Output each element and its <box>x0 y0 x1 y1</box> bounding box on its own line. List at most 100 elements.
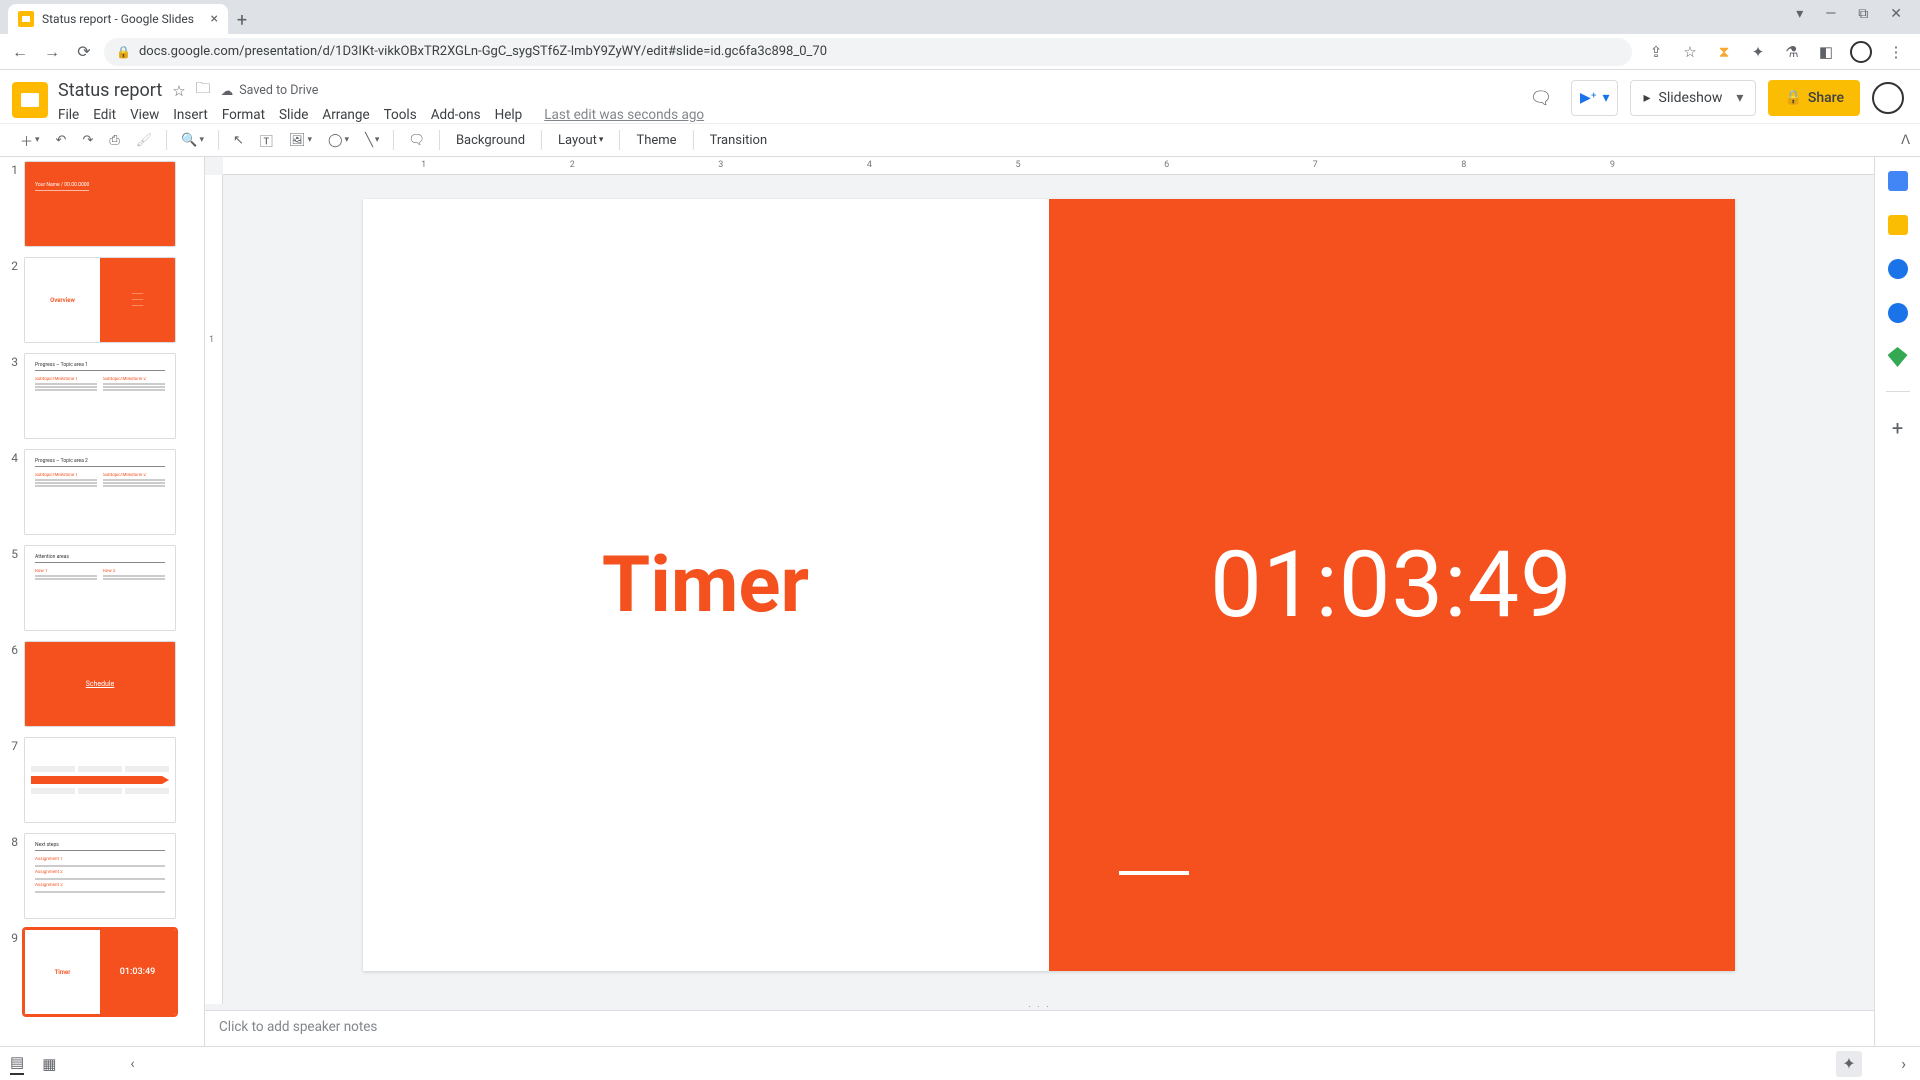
menu-format[interactable]: Format <box>222 107 265 123</box>
slide-stage[interactable]: Timer 01:03:49 <box>223 175 1874 1004</box>
filmstrip[interactable]: 1 Your Name / 00.00.0000 2 Overview ────… <box>0 157 205 1046</box>
speaker-notes[interactable]: Click to add speaker notes <box>205 1010 1874 1046</box>
slideshow-button[interactable]: ▸ Slideshow ▾ <box>1630 80 1756 116</box>
tasks-addon-icon[interactable] <box>1888 259 1908 279</box>
hourglass-extension-icon[interactable]: ⧗ <box>1714 42 1734 62</box>
save-status[interactable]: ☁ Saved to Drive <box>221 83 319 99</box>
bottom-bar: ▤ ▦ ‹ ✦ › <box>0 1046 1920 1080</box>
grid-view-icon[interactable]: ▦ <box>42 1055 56 1073</box>
slides-app-icon[interactable] <box>12 82 48 118</box>
star-icon[interactable]: ☆ <box>172 82 185 100</box>
slide-thumb-2[interactable]: 2 Overview ──────────── <box>4 257 196 343</box>
current-slide[interactable]: Timer 01:03:49 <box>363 199 1735 971</box>
side-panel: + <box>1874 157 1920 1046</box>
layout-button[interactable]: Layout▾ <box>550 129 611 152</box>
tab-title: Status report - Google Slides <box>42 12 194 26</box>
maximize-icon[interactable]: ⧉ <box>1858 6 1868 22</box>
collapse-filmstrip-icon[interactable]: ‹ <box>130 1056 134 1072</box>
slide-thumb-8[interactable]: 8 Next stepsAssignment 1Assignment 2Assi… <box>4 833 196 919</box>
transition-button[interactable]: Transition <box>702 129 776 152</box>
side-panel-icon[interactable]: ◧ <box>1816 42 1836 62</box>
slide-title[interactable]: Timer <box>602 540 809 631</box>
menu-edit[interactable]: Edit <box>93 107 116 123</box>
address-bar: ← → ⟳ 🔒 docs.google.com/presentation/d/1… <box>0 34 1920 70</box>
extensions-puzzle-icon[interactable]: ✦ <box>1748 42 1768 62</box>
slide-left-panel: Timer <box>363 199 1049 971</box>
share-page-icon[interactable]: ⇪ <box>1646 42 1666 62</box>
calendar-addon-icon[interactable] <box>1888 171 1908 191</box>
browser-tab[interactable]: Status report - Google Slides × <box>8 4 228 34</box>
chrome-menu-icon[interactable]: ⋮ <box>1886 42 1906 62</box>
slide-thumb-5[interactable]: 5 Attention areasRow 1Row 2 <box>4 545 196 631</box>
menu-slide[interactable]: Slide <box>279 107 308 123</box>
present-dropdown[interactable]: ▶⁺ ▾ <box>1571 80 1618 116</box>
share-button[interactable]: 🔒 Share <box>1768 80 1860 116</box>
slide-thumb-3[interactable]: 3 Progress – Topic area 1Subtopic/Milest… <box>4 353 196 439</box>
workspace: 1 Your Name / 00.00.0000 2 Overview ────… <box>0 157 1920 1046</box>
url-text: docs.google.com/presentation/d/1D3IKt-vi… <box>139 44 827 59</box>
print-button[interactable]: ⎙ <box>103 129 125 152</box>
back-button[interactable]: ← <box>8 40 32 64</box>
filmstrip-view-icon[interactable]: ▤ <box>10 1053 24 1075</box>
move-folder-icon[interactable]: 🗀 <box>196 78 211 103</box>
url-input[interactable]: 🔒 docs.google.com/presentation/d/1D3IKt-… <box>104 38 1632 66</box>
menu-help[interactable]: Help <box>495 107 523 123</box>
forward-button[interactable]: → <box>40 40 64 64</box>
close-window-icon[interactable]: ✕ <box>1890 6 1902 22</box>
textbox-tool[interactable]: 🅃 <box>254 127 279 154</box>
lab-flask-icon[interactable]: ⚗ <box>1782 42 1802 62</box>
select-tool[interactable]: ↖ <box>227 129 250 152</box>
window-controls: ▾ — ⧉ ✕ <box>1778 0 1920 28</box>
menu-addons[interactable]: Add-ons <box>431 107 481 123</box>
caret-down-icon: ▾ <box>1602 90 1609 106</box>
menu-arrange[interactable]: Arrange <box>322 107 369 123</box>
theme-button[interactable]: Theme <box>628 129 684 152</box>
explore-button[interactable]: ✦ <box>1836 1051 1862 1077</box>
menu-view[interactable]: View <box>130 107 159 123</box>
menu-file[interactable]: File <box>58 107 79 123</box>
menu-insert[interactable]: Insert <box>173 107 208 123</box>
extension-icons: ⇪ ☆ ⧗ ✦ ⚗ ◧ ⋮ <box>1640 41 1912 63</box>
new-slide-button[interactable]: ＋▾ <box>14 127 46 154</box>
account-avatar[interactable] <box>1872 82 1904 114</box>
slide-thumb-7[interactable]: 7 <box>4 737 196 823</box>
menu-bar: File Edit View Insert Format Slide Arran… <box>58 107 704 123</box>
chrome-profile-icon[interactable] <box>1850 41 1872 63</box>
paint-format-button[interactable]: 🖌 <box>130 129 159 152</box>
comments-button[interactable]: 🗨 <box>1523 80 1559 116</box>
image-tool[interactable]: 🖼▾ <box>283 129 318 152</box>
background-button[interactable]: Background <box>448 129 533 152</box>
canvas-area: 1 2 3 4 5 6 7 8 9 1 Timer 01:03:49 <box>205 157 1874 1046</box>
undo-button[interactable]: ↶ <box>50 129 73 152</box>
bookmark-star-icon[interactable]: ☆ <box>1680 42 1700 62</box>
slide-thumb-9[interactable]: 9 Timer 01:03:49 <box>4 929 196 1015</box>
cloud-icon: ☁ <box>221 83 234 99</box>
contacts-addon-icon[interactable] <box>1888 303 1908 323</box>
slide-thumb-4[interactable]: 4 Progress – Topic area 2Subtopic/Milest… <box>4 449 196 535</box>
get-addons-icon[interactable]: + <box>1892 416 1903 440</box>
slide-thumb-6[interactable]: 6 Schedule <box>4 641 196 727</box>
zoom-button[interactable]: 🔍▾ <box>175 129 210 152</box>
keep-addon-icon[interactable] <box>1888 215 1908 235</box>
shape-tool[interactable]: ◯▾ <box>322 129 355 152</box>
document-title[interactable]: Status report <box>58 80 162 101</box>
app-header: Status report ☆ 🗀 ☁ Saved to Drive File … <box>0 70 1920 123</box>
vertical-ruler: 1 <box>205 175 223 1004</box>
slide-thumb-1[interactable]: 1 Your Name / 00.00.0000 <box>4 161 196 247</box>
horizontal-ruler: 1 2 3 4 5 6 7 8 9 <box>223 157 1874 175</box>
comment-tool[interactable]: 🗨 <box>402 129 431 152</box>
present-icon: ▶⁺ <box>1580 90 1596 106</box>
reload-button[interactable]: ⟳ <box>72 40 96 64</box>
line-tool[interactable]: ╲▾ <box>359 129 385 152</box>
new-tab-button[interactable]: + <box>228 6 256 34</box>
close-tab-icon[interactable]: × <box>211 11 218 27</box>
side-panel-toggle-icon[interactable]: › <box>1901 1054 1906 1073</box>
last-edit-link[interactable]: Last edit was seconds ago <box>544 107 704 123</box>
collapse-toolbar-icon[interactable]: ᐱ <box>1901 133 1910 148</box>
minimize-icon[interactable]: — <box>1825 6 1836 22</box>
chevron-down-icon[interactable]: ▾ <box>1796 6 1803 22</box>
timer-value[interactable]: 01:03:49 <box>1210 532 1573 639</box>
menu-tools[interactable]: Tools <box>384 107 417 123</box>
maps-addon-icon[interactable] <box>1888 347 1908 367</box>
redo-button[interactable]: ↷ <box>76 129 99 152</box>
